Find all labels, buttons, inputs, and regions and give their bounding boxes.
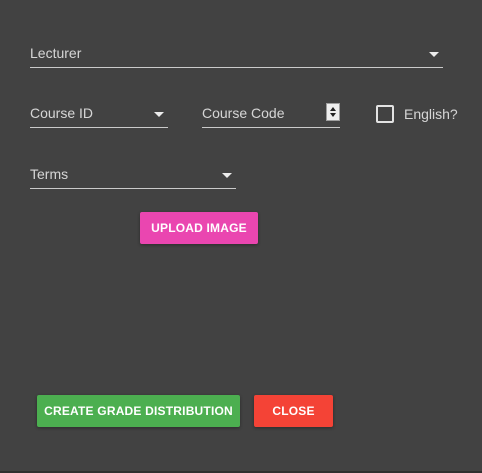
terms-label: Terms [30, 166, 69, 182]
english-checkbox-row[interactable]: English? [376, 105, 458, 123]
stepper-up-icon[interactable] [330, 107, 336, 111]
arrow-drop-down-icon[interactable] [222, 173, 232, 178]
course-dialog: Lecturer Course ID Course Code English? … [0, 0, 482, 473]
arrow-drop-down-icon[interactable] [429, 52, 439, 57]
english-checkbox[interactable] [376, 105, 394, 123]
course-code-label: Course Code [202, 105, 285, 121]
arrow-drop-down-icon[interactable] [154, 112, 164, 117]
stepper-down-icon[interactable] [330, 113, 336, 117]
course-id-select[interactable]: Course ID [30, 98, 168, 128]
course-code-input[interactable]: Course Code [202, 98, 340, 128]
lecturer-select[interactable]: Lecturer [30, 38, 443, 68]
lecturer-label: Lecturer [30, 45, 82, 61]
close-button[interactable]: CLOSE [254, 395, 333, 427]
course-id-label: Course ID [30, 105, 94, 121]
english-checkbox-label: English? [404, 106, 458, 122]
create-grade-distribution-button[interactable]: CREATE GRADE DISTRIBUTION [37, 395, 240, 427]
number-stepper-icon[interactable] [326, 103, 340, 121]
terms-select[interactable]: Terms [30, 159, 236, 189]
upload-image-button[interactable]: UPLOAD IMAGE [140, 212, 258, 244]
